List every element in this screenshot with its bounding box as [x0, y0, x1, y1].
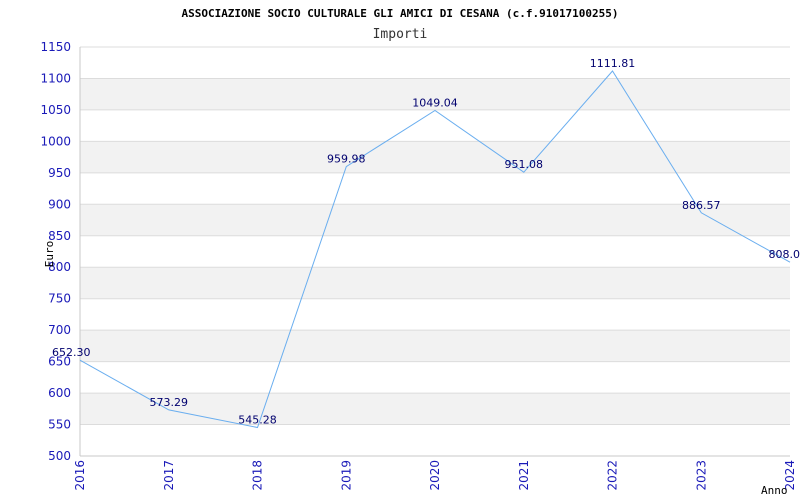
- data-label: 951.08: [505, 158, 544, 171]
- y-tick-label: 500: [48, 449, 71, 463]
- series-line: [79, 70, 791, 429]
- x-tick-label: 2023: [694, 460, 708, 491]
- x-tick-label: 2017: [162, 460, 176, 491]
- data-label: 1111.81: [590, 57, 636, 70]
- band: [80, 141, 790, 173]
- chart-subtitle: Importi: [373, 27, 428, 42]
- y-tick-label: 1000: [40, 134, 71, 148]
- data-label: 886.57: [682, 199, 721, 212]
- y-tick-label: 1100: [40, 71, 71, 85]
- x-tick-label: 2020: [428, 460, 442, 491]
- data-label: 1049.04: [412, 97, 458, 110]
- y-tick-label: 550: [48, 418, 71, 432]
- x-tick-label: 2021: [517, 460, 531, 491]
- y-tick-label: 900: [48, 197, 71, 211]
- y-tick-label: 1050: [40, 103, 71, 117]
- y-tick-label: 1150: [40, 40, 71, 54]
- data-label: 652.30: [52, 346, 91, 359]
- y-tick-label: 600: [48, 386, 71, 400]
- data-label: 545.28: [238, 414, 277, 427]
- band: [80, 330, 790, 362]
- y-axis-label: Euro: [43, 241, 56, 268]
- x-tick-label: 2018: [251, 460, 265, 491]
- data-label: 808.0: [769, 248, 800, 261]
- data-labels: 652.30 573.29 545.28 959.98 1049.04 951.08 111…: [52, 57, 800, 426]
- x-tick-label: 2019: [339, 460, 353, 491]
- line-chart: 5005506006507007508008509009501000105011…: [40, 7, 800, 497]
- x-tick-labels: 2016 2017 2018 2019 2020 2021 2022 2023 2024: [73, 460, 797, 491]
- y-tick-label: 700: [48, 323, 71, 337]
- x-tick-label: 2022: [606, 460, 620, 491]
- data-label: 959.98: [327, 153, 366, 166]
- y-tick-label: 850: [48, 229, 71, 243]
- background-bands: [80, 78, 790, 425]
- y-tick-label: 750: [48, 292, 71, 306]
- x-tick-label: 2016: [73, 460, 87, 491]
- chart-title: ASSOCIAZIONE SOCIO CULTURALE GLI AMICI D…: [181, 7, 618, 20]
- x-axis-label: Anno: [761, 484, 788, 497]
- data-label: 573.29: [150, 396, 189, 409]
- band: [80, 267, 790, 299]
- y-tick-label: 950: [48, 166, 71, 180]
